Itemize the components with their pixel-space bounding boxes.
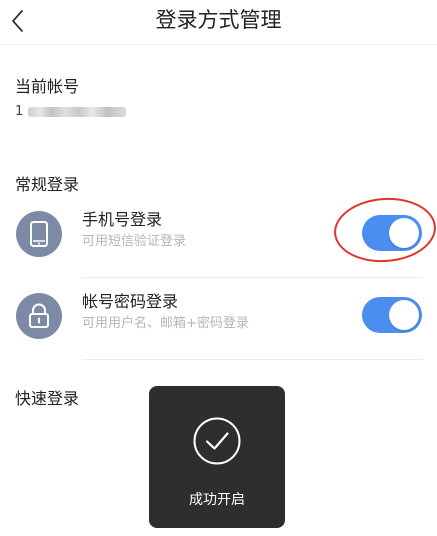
phone-login-title: 手机号登录 (82, 210, 163, 229)
phone-login-toggle[interactable] (362, 215, 422, 251)
phone-icon (16, 211, 62, 257)
success-toast: 成功开启 (149, 386, 285, 528)
phone-login-row[interactable]: 手机号登录 可用短信验证登录 (0, 196, 437, 278)
divider (82, 359, 423, 360)
quick-login-label: 快速登录 (15, 389, 80, 408)
checkmark-circle-icon (193, 417, 241, 465)
navigation-bar: 登录方式管理 (0, 0, 437, 45)
lock-icon (16, 293, 62, 339)
password-login-subtitle: 可用用户名、邮箱+密码登录 (82, 316, 249, 331)
account-number: 1 (15, 103, 135, 121)
phone-login-subtitle: 可用短信验证登录 (82, 234, 187, 249)
account-number-prefix: 1 (15, 104, 24, 119)
regular-login-label: 常规登录 (15, 175, 80, 194)
toggle-knob (389, 218, 419, 248)
password-login-toggle[interactable] (362, 297, 422, 333)
password-login-row[interactable]: 帐号密码登录 可用用户名、邮箱+密码登录 (0, 278, 437, 360)
password-login-title: 帐号密码登录 (82, 292, 179, 311)
current-account-label: 当前帐号 (15, 77, 80, 96)
toast-message: 成功开启 (189, 492, 245, 508)
account-number-mask (28, 107, 126, 117)
page-title: 登录方式管理 (155, 8, 282, 32)
toggle-knob (389, 300, 419, 330)
login-methods-page: 登录方式管理 当前帐号 1 常规登录 手机号登录 可用短信验证登录 帐号密码登录… (0, 0, 437, 536)
